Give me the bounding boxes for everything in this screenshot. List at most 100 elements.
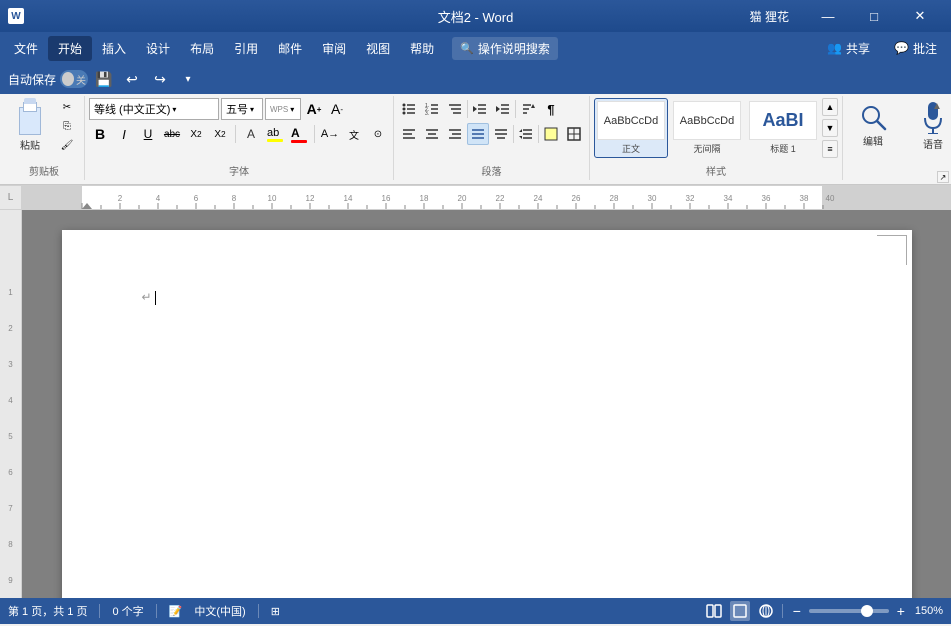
- phonetic-button[interactable]: 文: [343, 123, 365, 145]
- shading-icon: [544, 127, 558, 141]
- text-effect-button[interactable]: A: [240, 123, 262, 145]
- restore-button[interactable]: □: [851, 0, 897, 32]
- multilevel-button[interactable]: [444, 98, 466, 120]
- subscript-button[interactable]: X2: [185, 123, 207, 145]
- qa-more-button[interactable]: ▾: [176, 67, 200, 91]
- para-row-1: 1.2.3.: [398, 98, 562, 120]
- minimize-button[interactable]: —: [805, 0, 851, 32]
- enclose-button[interactable]: ⊙: [367, 123, 389, 145]
- menu-file[interactable]: 文件: [4, 36, 48, 61]
- zoom-in-button[interactable]: +: [893, 603, 909, 619]
- page-info: 第 1 页，共 1 页: [8, 603, 87, 619]
- font-name-selector[interactable]: 等线 (中文正文) ▾: [89, 98, 219, 120]
- svg-text:38: 38: [800, 194, 809, 203]
- ribbon-collapse-button[interactable]: ▲: [927, 96, 947, 116]
- menu-help[interactable]: 帮助: [400, 36, 444, 61]
- distribute-button[interactable]: [490, 123, 512, 145]
- strikethrough-button[interactable]: abc: [161, 123, 183, 145]
- strikethrough-icon: abc: [164, 129, 180, 140]
- grow-font-button[interactable]: A+: [303, 98, 325, 120]
- document-area: 1 2 3 4 5 6 7 8 9 10 ↵: [0, 210, 951, 598]
- bullets-button[interactable]: [398, 98, 420, 120]
- superscript-button[interactable]: X2: [209, 123, 231, 145]
- decrease-indent-button[interactable]: [469, 98, 491, 120]
- line-spacing-button[interactable]: [515, 123, 537, 145]
- clipboard-group: 粘贴 ✂ ⎘ 🖌 剪贴板 ↗: [4, 96, 85, 180]
- numbering-button[interactable]: 1.2.3.: [421, 98, 443, 120]
- page-container[interactable]: ↵: [22, 210, 951, 598]
- page-content[interactable]: ↵: [142, 290, 832, 305]
- font-color-button[interactable]: A: [288, 123, 310, 145]
- distribute-icon: [494, 127, 508, 141]
- bold-button[interactable]: B: [89, 123, 111, 145]
- justify-button[interactable]: [467, 123, 489, 145]
- italic-button[interactable]: I: [113, 123, 135, 145]
- shrink-font-button[interactable]: A-: [326, 98, 348, 120]
- close-button[interactable]: ✕: [897, 0, 943, 32]
- numbering-icon: 1.2.3.: [425, 102, 439, 116]
- highlight-button[interactable]: ab: [264, 123, 286, 145]
- style-heading1-label: 标题 1: [770, 142, 796, 155]
- styles-expand[interactable]: ↗: [937, 171, 949, 183]
- style-normal[interactable]: AaBbCcDd 正文: [594, 98, 668, 158]
- v-ruler-8: 7: [0, 490, 21, 526]
- borders-button[interactable]: [563, 123, 585, 145]
- sort-button[interactable]: [517, 98, 539, 120]
- align-right-button[interactable]: [444, 123, 466, 145]
- cut-button[interactable]: ✂: [54, 98, 80, 116]
- editing-button[interactable]: 编辑: [847, 98, 899, 152]
- zoom-out-button[interactable]: −: [789, 603, 805, 619]
- svg-text:16: 16: [382, 194, 391, 203]
- font-size-text[interactable]: WPS ▾: [265, 98, 301, 120]
- share-button[interactable]: 👥 共享: [817, 36, 880, 61]
- char-spacing-button[interactable]: A→: [319, 123, 341, 145]
- show-para-button[interactable]: ¶: [540, 98, 562, 120]
- search-box[interactable]: 🔍 操作说明搜索: [452, 37, 558, 60]
- ruler-unit: L: [0, 186, 21, 209]
- para-divider-2: [515, 100, 516, 118]
- increase-indent-button[interactable]: [492, 98, 514, 120]
- style-nospace[interactable]: AaBbCcDd 无间隔: [670, 98, 744, 158]
- styles-more-button[interactable]: ≡: [822, 140, 838, 158]
- redo-button[interactable]: ↪: [148, 67, 172, 91]
- styles-down-button[interactable]: ▼: [822, 119, 838, 137]
- styles-up-button[interactable]: ▲: [822, 98, 838, 116]
- enclose-icon: ⊙: [374, 129, 382, 140]
- menu-review[interactable]: 审阅: [312, 36, 356, 61]
- page-view-button[interactable]: [730, 601, 750, 621]
- v-ruler-5: 4: [0, 382, 21, 418]
- menu-design[interactable]: 设计: [136, 36, 180, 61]
- align-left-button[interactable]: [398, 123, 420, 145]
- align-center-button[interactable]: [421, 123, 443, 145]
- autosave-toggle[interactable]: 关: [60, 70, 88, 88]
- save-button[interactable]: 💾: [92, 67, 116, 91]
- zoom-thumb[interactable]: [861, 605, 873, 617]
- menu-mailings[interactable]: 邮件: [268, 36, 312, 61]
- paste-button[interactable]: 粘贴: [8, 98, 52, 152]
- voice-label: 语音: [923, 136, 943, 151]
- shading-button[interactable]: [540, 123, 562, 145]
- comment-button[interactable]: 💬 批注: [884, 36, 947, 61]
- cut-icon: ✂: [63, 102, 71, 113]
- zoom-level: 150%: [915, 605, 943, 617]
- undo-button[interactable]: ↩: [120, 67, 144, 91]
- web-view-button[interactable]: [756, 601, 776, 621]
- underline-button[interactable]: U: [137, 123, 159, 145]
- read-view-button[interactable]: [704, 601, 724, 621]
- menu-insert[interactable]: 插入: [92, 36, 136, 61]
- menu-references[interactable]: 引用: [224, 36, 268, 61]
- language: 中文(中国): [194, 603, 245, 619]
- menu-view[interactable]: 视图: [356, 36, 400, 61]
- style-normal-preview: AaBbCcDd: [597, 101, 665, 140]
- format-painter-button[interactable]: 🖌: [54, 136, 80, 154]
- app-logo: W: [8, 8, 24, 24]
- style-heading1[interactable]: AaBI 标题 1: [746, 98, 820, 158]
- document-page[interactable]: ↵: [62, 230, 912, 598]
- ribbon: 粘贴 ✂ ⎘ 🖌 剪贴板 ↗: [0, 94, 951, 186]
- zoom-slider[interactable]: [809, 609, 889, 613]
- menu-home[interactable]: 开始: [48, 36, 92, 61]
- menu-layout[interactable]: 布局: [180, 36, 224, 61]
- copy-button[interactable]: ⎘: [54, 117, 80, 135]
- zoom-container: − +: [789, 603, 909, 619]
- font-size-selector[interactable]: 五号 ▾: [221, 98, 263, 120]
